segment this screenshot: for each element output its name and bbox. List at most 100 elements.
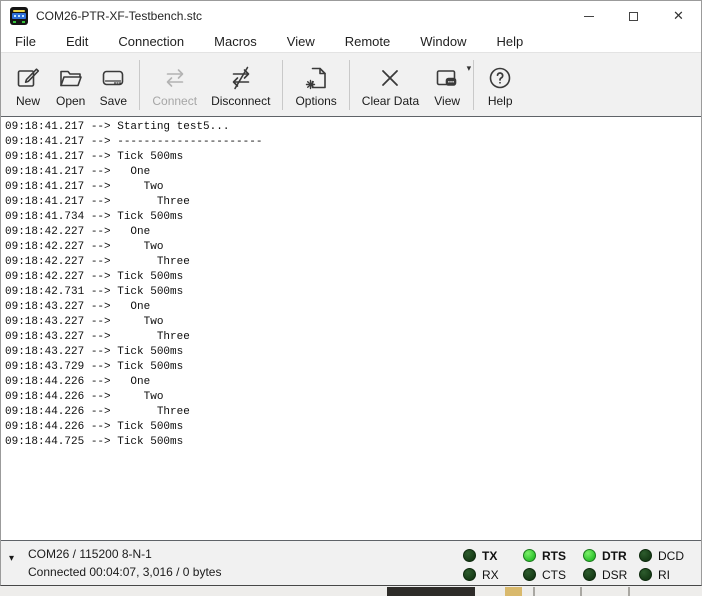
cts-led-label: CTS bbox=[542, 568, 566, 582]
log-line: 09:18:42.731 --> Tick 500ms bbox=[5, 285, 701, 300]
desktop-strip bbox=[0, 587, 702, 596]
connect-button[interactable]: Connect bbox=[145, 59, 204, 111]
rx-led-label: RX bbox=[482, 568, 499, 582]
open-button[interactable]: Open bbox=[49, 59, 92, 111]
dcd-led-label: DCD bbox=[658, 549, 684, 563]
open-icon bbox=[57, 64, 85, 92]
app-window: COM26-PTR-XF-Testbench.stc ✕ File Edit C… bbox=[0, 0, 702, 586]
save-button[interactable]: Save bbox=[92, 59, 134, 111]
log-line: 09:18:42.227 --> Tick 500ms bbox=[5, 270, 701, 285]
app-icon-led-right bbox=[22, 21, 25, 23]
led-cell-rts: RTS bbox=[523, 549, 583, 563]
dtr-led-icon bbox=[583, 549, 596, 562]
log-line: 09:18:44.725 --> Tick 500ms bbox=[5, 435, 701, 450]
maximize-button[interactable] bbox=[611, 1, 656, 31]
log-line: 09:18:41.217 --> One bbox=[5, 165, 701, 180]
menu-bar: File Edit Connection Macros View Remote … bbox=[1, 31, 701, 53]
menu-macros[interactable]: Macros bbox=[204, 32, 267, 51]
log-line: 09:18:43.227 --> One bbox=[5, 300, 701, 315]
menu-help[interactable]: Help bbox=[487, 32, 534, 51]
dsr-led-label: DSR bbox=[602, 568, 627, 582]
menu-connection[interactable]: Connection bbox=[108, 32, 194, 51]
close-icon: ✕ bbox=[673, 8, 684, 24]
dcd-led-icon bbox=[639, 549, 652, 562]
clear-data-button[interactable]: Clear Data bbox=[355, 59, 426, 111]
led-cell-dtr: DTR bbox=[583, 549, 639, 563]
menu-file[interactable]: File bbox=[5, 32, 46, 51]
app-icon-detail bbox=[13, 10, 25, 12]
tx-led-icon bbox=[463, 549, 476, 562]
toolbar-separator bbox=[473, 60, 474, 110]
disconnect-icon bbox=[227, 64, 255, 92]
log-line: 09:18:41.217 --> Tick 500ms bbox=[5, 150, 701, 165]
rts-led-label: RTS bbox=[542, 549, 566, 563]
toolbar-separator bbox=[349, 60, 350, 110]
save-icon bbox=[99, 64, 127, 92]
menu-window[interactable]: Window bbox=[410, 32, 476, 51]
view-dropdown-icon: ▾ bbox=[467, 63, 472, 74]
log-line: 09:18:44.226 --> Two bbox=[5, 390, 701, 405]
maximize-icon bbox=[629, 12, 638, 21]
log-line: 09:18:41.217 --> Two bbox=[5, 180, 701, 195]
port-summary: COM26 / 115200 8-N-1 bbox=[28, 547, 152, 561]
view-button[interactable]: ▾ View bbox=[426, 59, 468, 111]
toolbar-separator bbox=[139, 60, 140, 110]
ri-led-label: RI bbox=[658, 568, 670, 582]
window-title: COM26-PTR-XF-Testbench.stc bbox=[36, 9, 202, 23]
options-button[interactable]: Options bbox=[288, 59, 343, 111]
help-icon bbox=[486, 64, 514, 92]
log-line: 09:18:41.734 --> Tick 500ms bbox=[5, 210, 701, 225]
options-icon bbox=[302, 64, 330, 92]
log-area[interactable]: 09:18:41.217 --> Starting test5... 09:18… bbox=[1, 116, 701, 541]
port-dropdown-icon[interactable]: ▾ bbox=[9, 553, 14, 564]
log-line: 09:18:43.227 --> Two bbox=[5, 315, 701, 330]
app-icon-terminal bbox=[12, 13, 26, 19]
log-line: 09:18:44.226 --> One bbox=[5, 375, 701, 390]
view-icon bbox=[433, 64, 461, 92]
minimize-icon bbox=[584, 16, 594, 17]
log-line: 09:18:42.227 --> One bbox=[5, 225, 701, 240]
led-cell-cts: CTS bbox=[523, 568, 583, 582]
led-cell-rx: RX bbox=[463, 568, 523, 582]
led-cell-tx: TX bbox=[463, 549, 523, 563]
toolbar-separator bbox=[282, 60, 283, 110]
signal-leds: TX RTS DTR DCD RX CTS bbox=[463, 546, 695, 584]
app-icon-led-left bbox=[13, 21, 16, 23]
disconnect-button[interactable]: Disconnect bbox=[204, 59, 277, 111]
new-button[interactable]: New bbox=[7, 59, 49, 111]
minimize-button[interactable] bbox=[566, 1, 611, 31]
log-line: 09:18:42.227 --> Two bbox=[5, 240, 701, 255]
menu-remote[interactable]: Remote bbox=[335, 32, 401, 51]
connection-summary: Connected 00:04:07, 3,016 / 0 bytes bbox=[28, 565, 221, 579]
taskbar-divider bbox=[580, 587, 582, 596]
led-cell-dcd: DCD bbox=[639, 549, 695, 563]
led-cell-dsr: DSR bbox=[583, 568, 639, 582]
log-line: 09:18:44.226 --> Three bbox=[5, 405, 701, 420]
taskbar-divider bbox=[628, 587, 630, 596]
toolbar: New Open Save Connect bbox=[1, 53, 701, 116]
help-button[interactable]: Help bbox=[479, 59, 521, 111]
log-line: 09:18:43.227 --> Three bbox=[5, 330, 701, 345]
title-bar[interactable]: COM26-PTR-XF-Testbench.stc ✕ bbox=[1, 1, 701, 31]
log-line: 09:18:44.226 --> Tick 500ms bbox=[5, 420, 701, 435]
cts-led-icon bbox=[523, 568, 536, 581]
app-icon[interactable] bbox=[10, 7, 28, 25]
rx-led-icon bbox=[463, 568, 476, 581]
background-window-edge bbox=[387, 587, 475, 596]
close-button[interactable]: ✕ bbox=[656, 1, 701, 31]
log-line: 09:18:42.227 --> Three bbox=[5, 255, 701, 270]
log-line: 09:18:41.217 --> Starting test5... bbox=[5, 120, 701, 135]
taskbar-divider bbox=[533, 587, 535, 596]
status-bar: ▾ COM26 / 115200 8-N-1 Connected 00:04:0… bbox=[1, 541, 701, 585]
tx-led-label: TX bbox=[482, 549, 497, 563]
new-icon bbox=[14, 64, 42, 92]
log-line: 09:18:43.227 --> Tick 500ms bbox=[5, 345, 701, 360]
menu-edit[interactable]: Edit bbox=[56, 32, 98, 51]
dsr-led-icon bbox=[583, 568, 596, 581]
taskbar-icon-fragment bbox=[505, 587, 522, 596]
log-line: 09:18:43.729 --> Tick 500ms bbox=[5, 360, 701, 375]
menu-view[interactable]: View bbox=[277, 32, 325, 51]
led-cell-ri: RI bbox=[639, 568, 695, 582]
connect-icon bbox=[161, 64, 189, 92]
ri-led-icon bbox=[639, 568, 652, 581]
